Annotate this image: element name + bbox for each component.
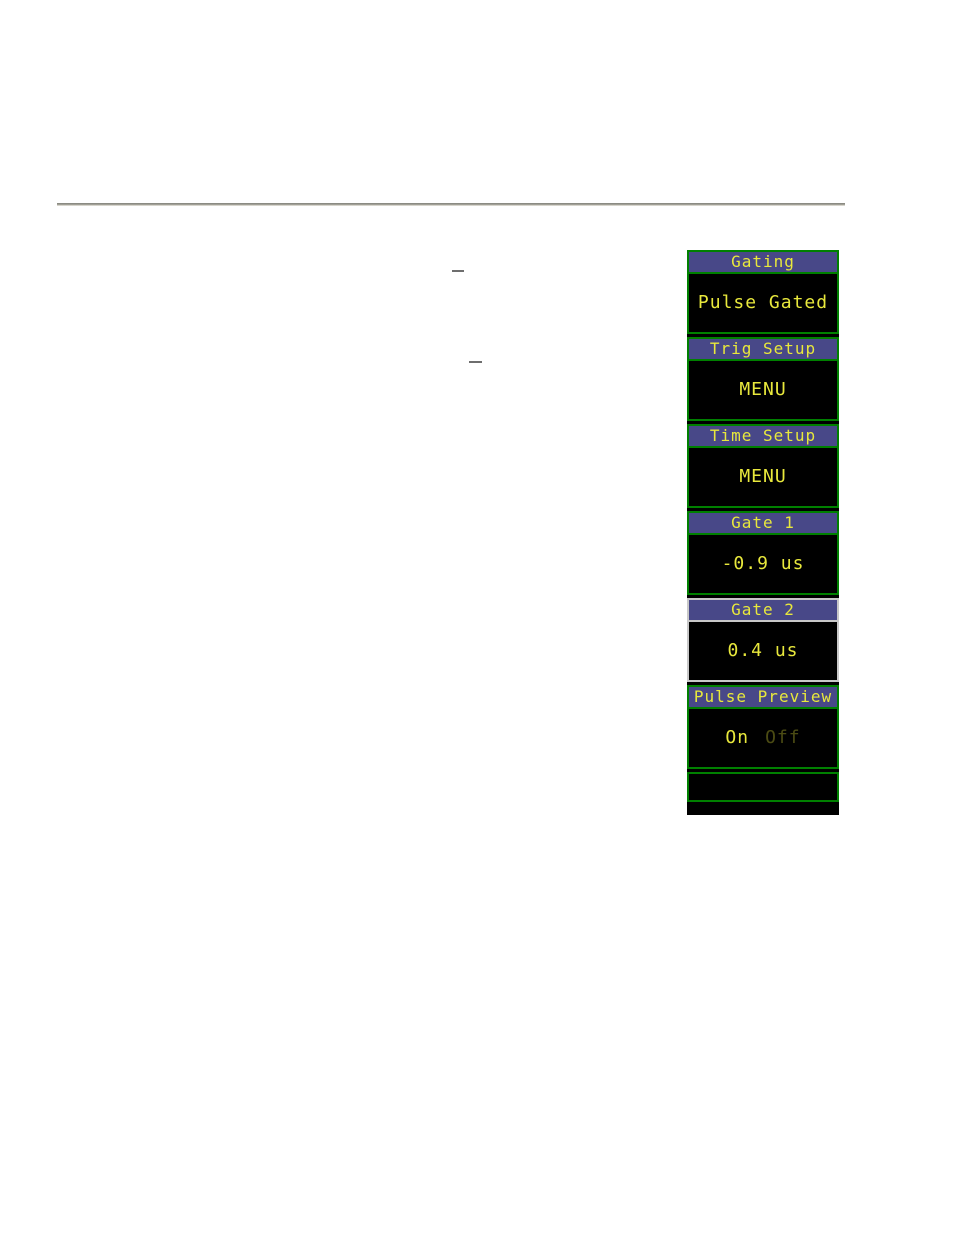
pulse-preview-option-on[interactable]: On [725,729,749,747]
softkey-value-gate-1: -0.9 us [721,553,805,574]
softkey-value-trig-setup: MENU [739,379,787,400]
softkey-header-gate-1: Gate 1 [689,513,837,535]
softkey-value-area-gating[interactable]: Pulse Gated [689,274,837,332]
softkey-label-time-setup: Time Setup [709,426,817,445]
softkey-value-area-pulse-preview[interactable]: On Off [689,709,837,767]
softkey-group-trig-setup[interactable]: Trig Setup MENU [687,337,839,421]
softkey-header-trig-setup: Trig Setup [689,339,837,361]
softkey-header-time-setup: Time Setup [689,426,837,448]
pulse-preview-toggle[interactable]: On Off [725,729,800,747]
softkey-value-area-empty[interactable] [689,774,837,800]
softkey-header-pulse-preview: Pulse Preview [689,687,837,709]
softkey-value-gate-2: 0.4 us [727,640,799,661]
softkey-value-area-time-setup[interactable]: MENU [689,448,837,506]
softkey-value-area-gate-1[interactable]: -0.9 us [689,535,837,593]
softkey-label-gate-2: Gate 2 [731,600,795,619]
softkey-value-area-trig-setup[interactable]: MENU [689,361,837,419]
pulse-preview-option-off[interactable]: Off [765,729,801,747]
softkey-value-gating: Pulse Gated [697,292,829,313]
page-horizontal-rule [57,203,845,206]
softkey-group-gating[interactable]: Gating Pulse Gated [687,250,839,334]
instrument-soft-key-menu: Gating Pulse Gated Trig Setup MENU Time … [687,250,839,815]
softkey-group-gate-1[interactable]: Gate 1 -0.9 us [687,511,839,595]
softkey-group-empty[interactable] [687,772,839,802]
softkey-header-gate-2: Gate 2 [689,600,837,622]
softkey-value-area-gate-2[interactable]: 0.4 us [689,622,837,680]
leader-dash-1-icon [452,270,464,272]
softkey-label-gate-1: Gate 1 [731,513,795,532]
softkey-group-time-setup[interactable]: Time Setup MENU [687,424,839,508]
softkey-group-pulse-preview[interactable]: Pulse Preview On Off [687,685,839,769]
softkey-header-gating: Gating [689,252,837,274]
softkey-value-time-setup: MENU [739,466,787,487]
softkey-group-gate-2[interactable]: Gate 2 0.4 us [687,598,839,682]
softkey-label-pulse-preview: Pulse Preview [693,687,833,706]
leader-dash-2-icon [469,361,482,363]
softkey-label-trig-setup: Trig Setup [709,339,817,358]
softkey-label-gating: Gating [731,252,795,271]
